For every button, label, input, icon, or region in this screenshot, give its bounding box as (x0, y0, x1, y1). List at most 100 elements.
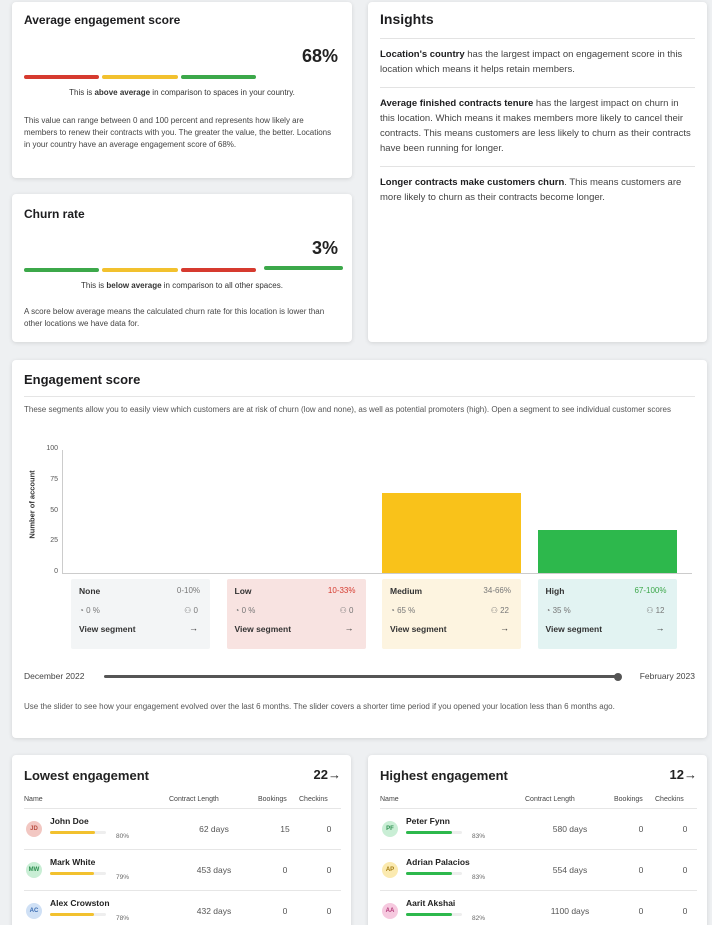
view-segment-link[interactable]: View segment (390, 624, 447, 634)
gauge-segment (180, 268, 256, 272)
segment-percent: ◔ 65 % (390, 606, 415, 615)
engagement-bar-fill (50, 913, 94, 916)
segment-high[interactable]: High 67-100% ◔ 35 % ⚇ 12 View segment → (537, 579, 677, 649)
bar-high (537, 529, 677, 573)
person-name[interactable]: Alex Crowston (50, 898, 110, 908)
y-tick-label: 0 (54, 568, 58, 575)
engagement-bar-fill (406, 872, 453, 875)
person-name[interactable]: Peter Fynn (406, 816, 450, 826)
table-row[interactable]: AC Alex Crowston 78% 432 days 0 0 (24, 890, 341, 925)
segment-range: 0-10% (176, 586, 200, 595)
slider-handle[interactable] (614, 672, 622, 681)
engagement-score-card: Engagement score These segments allow yo… (12, 360, 707, 738)
person-name[interactable]: Mark White (50, 857, 95, 867)
person-name[interactable]: Adrian Palacios (406, 857, 470, 867)
insights-list: Location's country has the largest impac… (368, 38, 707, 215)
pie-chart-icon: ◔ (390, 606, 398, 615)
checkins: 0 (326, 824, 332, 834)
avg-engagement-note: This is above average in comparison to s… (69, 88, 295, 97)
engagement-bar (406, 831, 462, 834)
avg-engagement-title: Average engagement score (24, 13, 181, 27)
segment-count-value: 22 (500, 606, 509, 615)
view-segment-link[interactable]: View segment (235, 624, 292, 634)
gauge-segment (102, 75, 178, 79)
x-axis-line (62, 573, 692, 574)
highest-engagement-card: Highest engagement 12→ Name Contract Leng… (368, 755, 707, 925)
table-row[interactable]: MW Mark White 79% 453 days 0 0 (24, 849, 341, 890)
insight-bold: Longer contracts make customers churn (380, 177, 565, 188)
engagement-bar-fill (406, 913, 452, 916)
segment-count: ⚇ 0 (340, 606, 354, 615)
gauge-segment (24, 268, 100, 272)
table-row[interactable]: PF Peter Fynn 83% 580 days 0 0 (380, 808, 697, 849)
contract-length: 580 days (552, 824, 588, 834)
segment-name: High (545, 586, 565, 596)
arrow-right-icon[interactable]: → (189, 623, 198, 633)
checkins: 0 (682, 906, 688, 916)
engagement-percent: 83% (472, 874, 486, 881)
engagement-percent: 78% (116, 915, 130, 922)
column-header: Name (380, 796, 399, 803)
column-header: Contract Length (169, 796, 219, 803)
view-segment-link[interactable]: View segment (546, 624, 603, 634)
insights-card: Insights Location's country has the larg… (368, 2, 707, 342)
avg-engagement-description: This value can range between 0 and 100 p… (24, 116, 332, 149)
column-header: Bookings (614, 796, 643, 803)
pie-chart-icon: ◔ (545, 606, 553, 615)
table-row[interactable]: AA Aarit Akshai 82% 1100 days 0 0 (380, 890, 697, 925)
segment-percent: ◔ 35 % (546, 606, 571, 615)
y-tick-label: 25 (50, 537, 58, 545)
segment-none[interactable]: None 0-10% ◔ 0 % ⚇ 0 View segment → (71, 579, 210, 649)
lowest-count-link[interactable]: 22→ (314, 767, 341, 782)
insight-bold: Average finished contracts tenure (380, 98, 534, 109)
engagement-bar (406, 913, 462, 916)
engagement-percent: 82% (472, 915, 486, 922)
pie-chart-icon: ◔ (79, 606, 87, 615)
table-row[interactable]: AP Adrian Palacios 83% 554 days 0 0 (380, 849, 697, 890)
chart-area: 100 75 50 25 0 (12, 440, 707, 580)
users-icon: ⚇ (339, 606, 350, 615)
insight-item: Average finished contracts tenure has th… (368, 88, 707, 166)
engagement-bar-fill (50, 872, 95, 875)
contract-length: 432 days (196, 906, 232, 916)
segment-count: ⚇ 0 (184, 606, 198, 615)
segment-medium[interactable]: Medium 34-66% ◔ 65 % ⚇ 22 View segment → (382, 579, 521, 649)
slider-start-label: December 2022 (24, 671, 85, 681)
engagement-percent: 79% (116, 874, 130, 881)
table-row[interactable]: JD John Doe 80% 62 days 15 0 (24, 808, 341, 849)
avg-engagement-value: 68% (301, 46, 338, 66)
highest-count-link[interactable]: 12→ (670, 767, 697, 782)
insight-bold: Location's country (380, 49, 465, 60)
contract-length: 1100 days (550, 906, 590, 916)
segment-count-value: 12 (655, 606, 665, 615)
arrow-right-icon[interactable]: → (500, 623, 509, 633)
gauge-segment (24, 75, 100, 79)
avatar: AC (26, 903, 42, 919)
bookings: 0 (638, 906, 644, 916)
users-icon: ⚇ (490, 606, 501, 615)
segment-name: Medium (390, 586, 423, 596)
engagement-percent: 83% (472, 833, 486, 840)
avatar: MW (26, 862, 42, 878)
segment-name: Low (234, 586, 252, 596)
gauge-segment (102, 268, 178, 272)
users-icon: ⚇ (646, 606, 656, 615)
arrow-right-icon[interactable]: → (656, 623, 665, 633)
insights-title: Insights (380, 11, 434, 27)
avatar: AP (382, 862, 398, 878)
segment-percent-value: 0 % (86, 606, 100, 615)
segment-range: 10-33% (327, 586, 356, 595)
title-divider (24, 396, 695, 397)
arrow-right-icon[interactable]: → (345, 623, 354, 633)
column-header: Checkins (655, 796, 684, 803)
person-name[interactable]: John Doe (50, 816, 89, 826)
churn-rate-card: Churn rate 3% This is below average in c… (12, 194, 352, 342)
column-header: Checkins (299, 796, 328, 803)
engagement-bar (50, 913, 106, 916)
segment-low[interactable]: Low 10-33% ◔ 0 % ⚇ 0 View segment → (226, 579, 366, 649)
person-name[interactable]: Aarit Akshai (406, 898, 455, 908)
segment-range: 67-100% (634, 586, 667, 595)
view-segment-link[interactable]: View segment (79, 624, 136, 634)
slider-track[interactable] (104, 672, 622, 681)
column-header: Bookings (258, 796, 287, 803)
